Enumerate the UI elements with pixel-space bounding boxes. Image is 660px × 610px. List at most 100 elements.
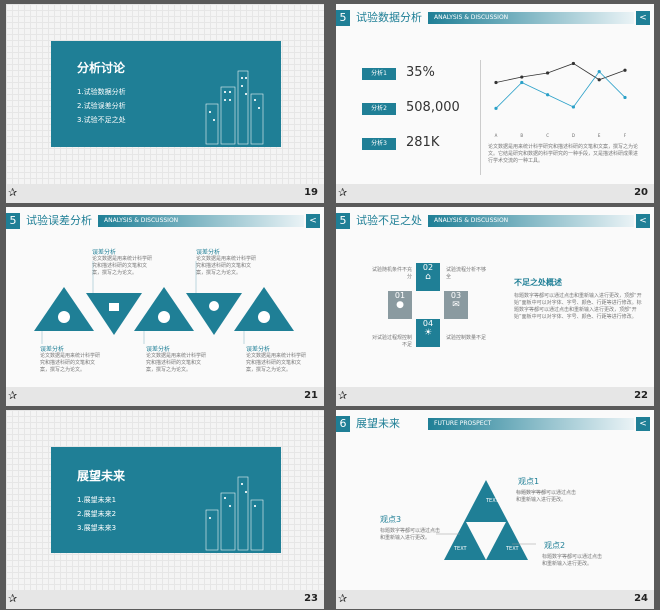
slide-number: 19 [304,187,318,198]
point-title-3: 观点3 [380,515,402,524]
agenda-item: 2.展望未来2 [77,510,117,518]
caption-left-2: 对试验过程规控制不足 [372,335,413,348]
slide-footer: ✰ 21 [6,387,324,406]
triangle-label: TEXT [506,546,519,552]
tag-analysis-2: 分析2 [362,103,396,115]
header-bar: ANALYSIS & DISCUSSION [428,215,634,227]
data-point [571,61,575,66]
title-panel: 展望未来 1.展望未来1 2.展望未来2 3.展望未来3 [51,447,281,553]
data-point [520,80,524,85]
agenda-item: 1.试验数据分析 [77,88,126,96]
series-line-1 [495,62,626,83]
star-icon[interactable]: ✰ [8,186,17,199]
triangle-label: TEXT [454,546,467,552]
agenda-item: 3.展望未来3 [77,524,117,532]
slide-canvas: 5 试验不足之处 ANALYSIS & DISCUSSION < 02 ⌂ 01… [336,207,654,387]
share-icon[interactable]: < [636,214,650,228]
slide-thumb-23[interactable]: 展望未来 1.展望未来1 2.展望未来2 3.展望未来3 ✰ 23 [0,406,330,609]
agenda-list: 1.展望未来1 2.展望未来2 3.展望未来3 [77,493,116,535]
point-title-1: 观点1 [518,477,540,486]
quad-02: 02 ⌂ [416,263,440,291]
slide-title: 试验不足之处 [356,214,422,227]
data-point [520,75,524,79]
x-tick-label: A [495,133,498,138]
data-point [623,68,627,72]
divider [480,60,481,175]
slide-footer: ✰ 19 [6,184,324,203]
x-tick-label: E [598,133,601,138]
point-desc-2: 标题数字等都可以通过点击和重新输入进行更改。 [542,554,603,567]
caption-left-1: 试验随机条件不充分 [372,267,413,280]
city-buildings-icon [205,70,264,145]
data-point [571,105,575,109]
agenda-item: 1.展望未来1 [77,496,117,504]
data-point [546,71,550,75]
slide-footer: ✰ 20 [336,184,654,203]
slide-footer: ✰ 22 [336,387,654,406]
line-chart: A B C D E F [494,61,627,138]
agenda-list: 1.试验数据分析 2.试验误差分析 3.试验不足之处 [77,85,126,127]
tag-analysis-3: 分析3 [362,138,396,150]
star-icon[interactable]: ✰ [8,389,17,402]
agenda-item: 2.试验误差分析 [77,102,126,110]
data-point [623,95,627,100]
slide-canvas: 5 试验误差分析 ANALYSIS & DISCUSSION < 误差分析 论文… [6,207,324,387]
tag-analysis-1: 分析1 [362,68,396,80]
slide-thumb-22[interactable]: 5 试验不足之处 ANALYSIS & DISCUSSION < 02 ⌂ 01… [330,203,660,406]
slide-canvas: 分析讨论 1.试验数据分析 2.试验误差分析 3.试验不足之处 [6,4,324,184]
quad-03: 03 ✉ [444,291,468,319]
chart-description: 论文数据是用来统计科学研究和描述科研的文笔和文案，撰写之为论文。它结是研究和数据… [488,144,639,164]
slide-canvas: 6 展望未来 FUTURE PROSPECT < TEXT TEXT TEXT … [336,410,654,590]
slide-number: 20 [634,187,648,198]
bulb-icon: ☀ [423,328,433,338]
slide-thumb-19[interactable]: 分析讨论 1.试验数据分析 2.试验误差分析 3.试验不足之处 ✰ 19 [0,0,330,203]
summary-text: 标题数字等都可以通过点击和重新输入进行更改，顶部“开始”面板中可以对字体、字号、… [514,293,642,320]
value-1: 35% [406,65,435,80]
triangle-label: TEXT [486,498,499,504]
triangle-row [34,261,294,344]
slide-thumb-21[interactable]: 5 试验误差分析 ANALYSIS & DISCUSSION < 误差分析 论文… [0,203,330,406]
slide-title: 试验数据分析 [356,11,422,24]
star-icon[interactable]: ✰ [338,389,347,402]
point-desc-1: 标题数字等都可以通过点击和重新输入进行更改。 [516,490,577,503]
slide-title: 展望未来 [77,469,126,483]
data-point [494,106,498,110]
title-panel: 分析讨论 1.试验数据分析 2.试验误差分析 3.试验不足之处 [51,41,281,147]
star-icon[interactable]: ✰ [8,592,17,605]
data-point [494,80,498,85]
summary-heading: 不足之处概述 [514,278,562,287]
agenda-item: 3.试验不足之处 [77,116,126,124]
section-number: 5 [336,213,350,229]
quad-04: 04 ☀ [416,319,440,347]
slide-number: 24 [634,593,648,604]
slide-footer: ✰ 24 [336,590,654,609]
x-tick-label: C [546,133,549,138]
slide-footer: ✰ 23 [6,590,324,609]
header-bar: ANALYSIS & DISCUSSION [428,12,634,24]
caption-right-2: 试验控制数量不足 [446,335,487,341]
slide-number: 21 [304,390,318,401]
x-tick-label: D [572,133,575,138]
city-buildings-icon [205,476,264,551]
user-icon: ● [396,300,404,310]
slide-thumb-24[interactable]: 6 展望未来 FUTURE PROSPECT < TEXT TEXT TEXT … [330,406,660,609]
slide-canvas: 展望未来 1.展望未来1 2.展望未来2 3.展望未来3 [6,410,324,590]
value-3: 281K [406,135,440,150]
data-point [597,78,601,82]
point-title-2: 观点2 [544,541,566,550]
slide-thumb-20[interactable]: 5 试验数据分析 ANALYSIS & DISCUSSION < 分析1 35%… [330,0,660,203]
slide-number: 23 [304,593,318,604]
x-tick-label: B [520,133,523,138]
home-icon: ⌂ [425,272,431,282]
value-2: 508,000 [406,100,460,115]
point-desc-3: 标题数字等都可以通过点击和重新输入进行更改。 [380,528,441,541]
data-point [546,93,550,97]
data-point [597,70,601,74]
caption-right-1: 试验流程分析不够全 [446,267,487,280]
share-icon[interactable]: < [636,11,650,25]
star-icon[interactable]: ✰ [338,592,347,605]
section-number: 5 [336,10,350,26]
x-tick-label: F [624,133,627,138]
star-icon[interactable]: ✰ [338,186,347,199]
slide-title: 分析讨论 [77,61,126,75]
